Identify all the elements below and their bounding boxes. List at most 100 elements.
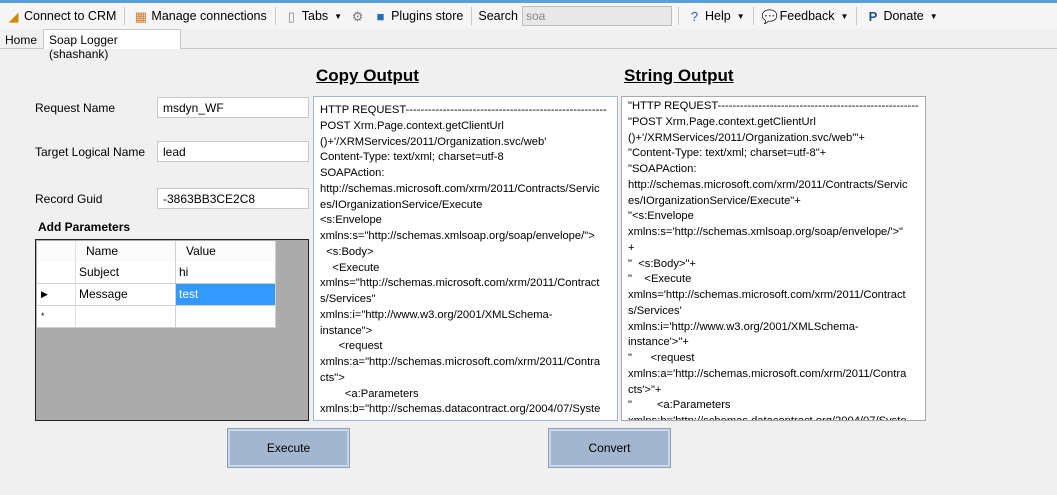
output-line: http://schemas.microsoft.com/xrm/2011/Co… [628,178,908,191]
record-guid-input[interactable]: -3863BB3CE2C8 [157,188,309,209]
output-line: xmlns='http://schemas.microsoft.com/xrm/… [628,289,906,301]
row-header[interactable] [37,262,76,284]
output-line: xmlns="http://schemas.microsoft.com/xrm/… [320,277,600,290]
output-line: HTTP REQUEST----------------------------… [320,104,607,116]
output-line: xmlns:a='http://schemas.microsoft.com/xr… [628,367,907,380]
current-row-arrow-icon[interactable]: ▶ [37,284,76,306]
column-header-value[interactable]: Value [176,241,276,263]
chevron-down-icon: ▼ [334,11,343,21]
parameters-grid[interactable]: Name Value Subject hi ▶ Message test * [35,239,309,421]
output-line: cts"> [320,371,345,384]
output-line: ()+'/XRMServices/2011/Organization.svc/w… [628,131,865,144]
separator [124,7,126,25]
output-line: " <Execute [628,273,692,286]
cell-value[interactable]: hi [176,262,276,284]
chevron-down-icon: ▼ [736,11,745,21]
settings-button[interactable]: ⚙ [348,9,367,24]
string-output-heading: String Output [624,66,734,85]
speech-bubble-icon: 💬 [761,8,778,24]
store-icon: ■ [376,8,385,24]
output-line: http://schemas.microsoft.com/xrm/2011/Co… [320,182,600,195]
separator [752,7,754,25]
connections-icon: ▦ [134,8,148,24]
output-line: "POST Xrm.Page.context.getClientUrl [628,115,816,128]
record-guid-label: Record Guid [35,192,103,206]
output-line: ()+'/XRMServices/2011/Organization.svc/w… [320,135,547,148]
cell-name-empty[interactable] [76,306,176,328]
chevron-down-icon: ▼ [929,11,938,21]
separator [274,7,276,25]
output-line: xmlns:i="http://www.w3.org/2001/XMLSchem… [320,308,553,321]
output-line: SOAPAction: [320,167,385,179]
output-line: s/Services" [320,293,376,305]
table-row[interactable]: Subject hi [37,262,276,284]
manage-label: Manage connections [151,9,267,23]
cell-name[interactable]: Message [76,284,176,306]
donate-dropdown[interactable]: P Donate ▼ [863,9,939,24]
document-icon: ▯ [287,8,295,24]
tab-home[interactable]: Home [0,31,42,49]
output-line: xmlns:b="http://schemas.datacontract.org… [320,403,601,416]
output-line: es/IOrganizationService/Execute [320,198,483,211]
tab-soap-logger[interactable]: Soap Logger (shashank) [43,29,181,61]
new-row-asterisk-icon[interactable]: * [37,306,76,328]
toolbar: ◢ Connect to CRM ▦ Manage connections ▯ Tab… [0,3,1057,29]
output-line: "<s:Envelope [628,210,694,223]
output-line: <s:Body> [320,245,374,258]
row-header-corner [37,241,76,263]
feedback-dropdown[interactable]: 💬 Feedback ▼ [760,9,851,24]
grid-header-row: Name Value [37,241,276,263]
help-dropdown[interactable]: ? Help ▼ [685,9,747,24]
donate-label: Donate [883,9,924,23]
output-line: <s:Envelope [320,214,382,227]
cell-value-selected[interactable]: test [176,284,276,306]
search-input[interactable]: soa [521,6,672,26]
separator [471,7,473,25]
output-line: " <s:Body>"+ [628,257,696,270]
request-name-input[interactable]: msdyn_WF [157,97,309,118]
plugins-label: Plugins store [391,9,464,23]
output-line: " <a:Parameters [628,399,731,412]
output-line: es/IOrganizationService/Execute"+ [628,194,801,207]
output-line: s/Services' [628,304,682,317]
help-icon: ? [690,8,699,24]
string-output-textbox[interactable]: "HTTP REQUEST---------------------------… [621,96,926,421]
output-line: instance"> [320,324,373,337]
search-label: Search [478,9,518,23]
connect-label: Connect to CRM [24,9,117,23]
tab-strip: Home Soap Logger (shashank) [0,29,1057,61]
column-header-name[interactable]: Name [76,241,176,263]
output-line: xmlns:a="http://schemas.microsoft.com/xr… [320,356,601,368]
convert-button[interactable]: Convert [548,428,671,468]
manage-connections-button[interactable]: ▦ Manage connections [131,9,268,24]
output-line: xmlns:b='http://schemas.datacontract.org… [628,415,907,421]
output-line: cts'>"+ [628,383,662,396]
output-line: xmlns:s='http://schemas.xmlsoap.org/soap… [628,226,904,238]
add-parameters-heading: Add Parameters [38,220,131,234]
table-row[interactable]: ▶ Message test [37,284,276,306]
tabs-dropdown[interactable]: ▯ Tabs ▼ [282,9,344,24]
target-logical-name-input[interactable]: lead [157,141,309,162]
output-line: "Content-Type: text/xml; charset=utf-8"+ [628,147,827,160]
output-line: <Execute [320,261,380,274]
request-name-label: Request Name [35,101,116,115]
target-logical-name-label: Target Logical Name [35,145,146,159]
feedback-label: Feedback [779,9,835,23]
output-line: "HTTP REQUEST---------------------------… [628,100,919,112]
dynamics-logo-icon: ◢ [8,8,19,24]
output-line: Content-Type: text/xml; charset=utf-8 [320,151,504,164]
new-row[interactable]: * [37,306,276,328]
output-line: xmlns:i='http://www.w3.org/2001/XMLSchem… [628,320,859,333]
connect-button[interactable]: ◢ Connect to CRM [4,9,118,24]
plugins-store-button[interactable]: ■ Plugins store [371,9,465,24]
cell-name[interactable]: Subject [76,262,176,284]
output-line: <request [320,340,383,353]
output-line: " <request [628,352,695,364]
output-line: "SOAPAction: [628,163,697,175]
execute-button[interactable]: Execute [227,428,350,468]
paypal-icon: P [868,8,878,24]
copy-output-textbox[interactable]: HTTP REQUEST----------------------------… [313,96,618,421]
help-label: Help [704,9,731,23]
output-line: xmlns:s="http://schemas.xmlsoap.org/soap… [320,230,595,242]
cell-value-empty[interactable] [176,306,276,328]
